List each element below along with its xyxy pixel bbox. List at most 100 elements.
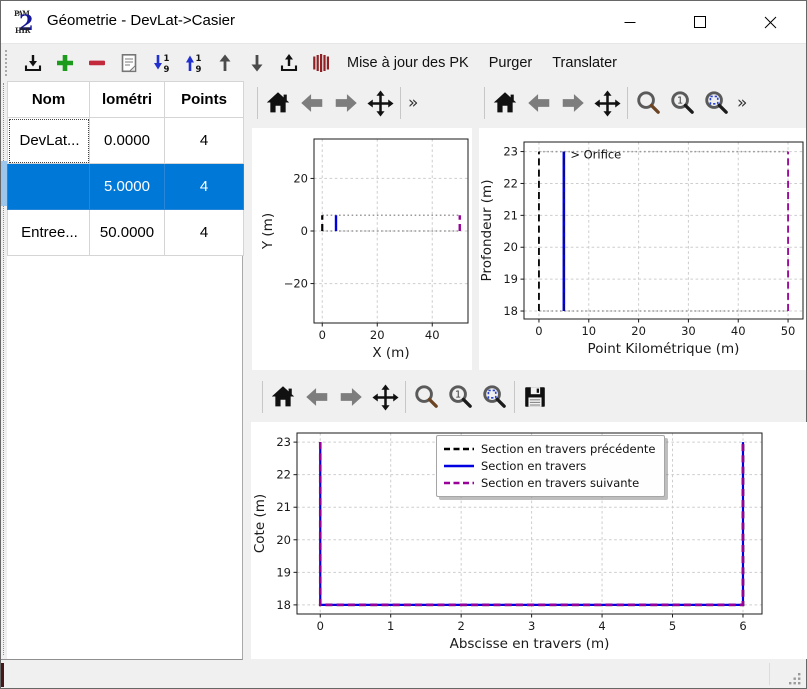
column-header-points[interactable]: Points bbox=[165, 82, 244, 118]
cell-nom[interactable]: DevLat... bbox=[8, 118, 90, 164]
sections-table-panel: Nom lométri Points DevLat... 0.0000 4 5.… bbox=[1, 81, 243, 660]
import-button[interactable] bbox=[21, 50, 45, 76]
update-pk-button[interactable]: Mise à jour des PK bbox=[337, 48, 479, 78]
forward-arrow-icon bbox=[559, 89, 587, 117]
svg-text:Profondeur (m): Profondeur (m) bbox=[479, 180, 495, 282]
table-header-row: Nom lométri Points bbox=[8, 82, 244, 118]
svg-text:2: 2 bbox=[457, 619, 464, 633]
statusbar bbox=[1, 660, 806, 688]
cell-pk[interactable]: 0.0000 bbox=[90, 118, 165, 164]
toolbar-overflow-button[interactable]: » bbox=[733, 93, 751, 113]
svg-text:−20: −20 bbox=[284, 277, 308, 291]
close-button[interactable] bbox=[747, 1, 793, 43]
titlebar[interactable]: PAM 2 HYR Géometrie - DevLat->Casier bbox=[1, 1, 806, 43]
plan-nav-toolbar: » bbox=[254, 83, 478, 123]
svg-text:18: 18 bbox=[503, 304, 518, 318]
zoom-one-button[interactable]: 1 bbox=[666, 86, 698, 120]
zoom-select-button[interactable] bbox=[478, 380, 510, 414]
minimize-icon bbox=[624, 16, 636, 28]
toolbar-drag-handle[interactable] bbox=[5, 50, 10, 76]
svg-text:18: 18 bbox=[276, 598, 291, 612]
svg-text:21: 21 bbox=[276, 500, 291, 514]
svg-text:20: 20 bbox=[503, 240, 518, 254]
cell-points[interactable]: 4 bbox=[165, 118, 244, 164]
cell-nom[interactable] bbox=[8, 164, 90, 210]
zoom-select-icon bbox=[702, 89, 731, 118]
sort-ascending-icon: 1 9 bbox=[149, 51, 173, 75]
forward-button[interactable] bbox=[330, 86, 362, 120]
svg-text:> Orifice: > Orifice bbox=[570, 148, 621, 162]
back-arrow-icon bbox=[298, 89, 326, 117]
window-title: Géometrie - DevLat->Casier bbox=[47, 12, 235, 29]
column-header-pk[interactable]: lométri bbox=[90, 82, 165, 118]
svg-text:22: 22 bbox=[503, 176, 518, 190]
add-button[interactable] bbox=[53, 50, 77, 76]
delete-button[interactable] bbox=[85, 50, 109, 76]
back-button[interactable] bbox=[523, 86, 555, 120]
edit-button[interactable] bbox=[117, 50, 141, 76]
zoom-button[interactable] bbox=[632, 86, 664, 120]
update-pk-icon-button[interactable] bbox=[309, 50, 333, 76]
home-button[interactable] bbox=[489, 86, 521, 120]
forward-button[interactable] bbox=[557, 86, 589, 120]
pan-button[interactable] bbox=[369, 380, 401, 414]
svg-text:0: 0 bbox=[535, 324, 542, 338]
cell-nom[interactable]: Entree... bbox=[8, 210, 90, 256]
table-row: DevLat... 0.0000 4 bbox=[8, 118, 244, 164]
svg-text:22: 22 bbox=[276, 468, 291, 482]
cell-pk[interactable]: 5.0000 bbox=[90, 164, 165, 210]
svg-text:0: 0 bbox=[317, 619, 324, 633]
resize-grip-icon[interactable] bbox=[789, 672, 802, 685]
translate-button[interactable]: Translater bbox=[542, 48, 627, 78]
save-button[interactable] bbox=[519, 380, 551, 414]
cell-pk[interactable]: 50.0000 bbox=[90, 210, 165, 256]
zoom-button[interactable] bbox=[410, 380, 442, 414]
pan-button[interactable] bbox=[591, 86, 623, 120]
minimize-button[interactable] bbox=[607, 1, 653, 43]
svg-text:1: 1 bbox=[455, 389, 461, 400]
plan-canvas[interactable]: 02040−20020X (m)Y (m) bbox=[252, 128, 472, 370]
travers-figure: 0123456181920212223Abscisse en travers (… bbox=[251, 422, 807, 659]
pan-button[interactable] bbox=[364, 86, 396, 120]
zoom-one-button[interactable]: 1 bbox=[444, 380, 476, 414]
home-button[interactable] bbox=[262, 86, 294, 120]
back-button[interactable] bbox=[296, 86, 328, 120]
svg-text:50: 50 bbox=[781, 324, 796, 338]
zoom-select-button[interactable] bbox=[700, 86, 732, 120]
home-button[interactable] bbox=[267, 380, 299, 414]
app-window: PAM 2 HYR Géometrie - DevLat->Casier bbox=[0, 0, 807, 689]
plots-area: » bbox=[244, 81, 806, 660]
move-up-button[interactable] bbox=[213, 50, 237, 76]
purge-button[interactable]: Purger bbox=[479, 48, 543, 78]
sort-ascending-button[interactable]: 1 9 bbox=[149, 50, 173, 76]
back-arrow-icon bbox=[303, 383, 331, 411]
svg-text:23: 23 bbox=[276, 435, 291, 449]
profil-canvas[interactable]: 01020304050181920212223Point Kilométriqu… bbox=[479, 128, 806, 370]
maximize-button[interactable] bbox=[677, 1, 723, 43]
move-down-button[interactable] bbox=[245, 50, 269, 76]
cell-points[interactable]: 4 bbox=[165, 210, 244, 256]
arrow-down-icon bbox=[245, 51, 269, 75]
red-bars-icon bbox=[309, 51, 333, 75]
plus-icon bbox=[53, 51, 77, 75]
sort-descending-button[interactable]: 1 9 bbox=[181, 50, 205, 76]
back-button[interactable] bbox=[301, 380, 333, 414]
forward-button[interactable] bbox=[335, 380, 367, 414]
pan-icon bbox=[371, 383, 400, 412]
svg-text:9: 9 bbox=[196, 65, 202, 75]
table-row: Entree... 50.0000 4 bbox=[8, 210, 244, 256]
svg-text:21: 21 bbox=[503, 208, 518, 222]
svg-text:23: 23 bbox=[503, 145, 518, 159]
svg-text:9: 9 bbox=[164, 65, 170, 75]
svg-text:6: 6 bbox=[739, 619, 746, 633]
export-icon bbox=[277, 51, 301, 75]
back-arrow-icon bbox=[525, 89, 553, 117]
svg-text:10: 10 bbox=[581, 324, 596, 338]
export-button[interactable] bbox=[277, 50, 301, 76]
toolbar-overflow-button[interactable]: » bbox=[404, 93, 422, 113]
zoom-one-icon: 1 bbox=[668, 89, 697, 118]
cell-points[interactable]: 4 bbox=[165, 164, 244, 210]
column-header-nom[interactable]: Nom bbox=[8, 82, 90, 118]
svg-text:30: 30 bbox=[681, 324, 696, 338]
minus-icon bbox=[85, 51, 109, 75]
